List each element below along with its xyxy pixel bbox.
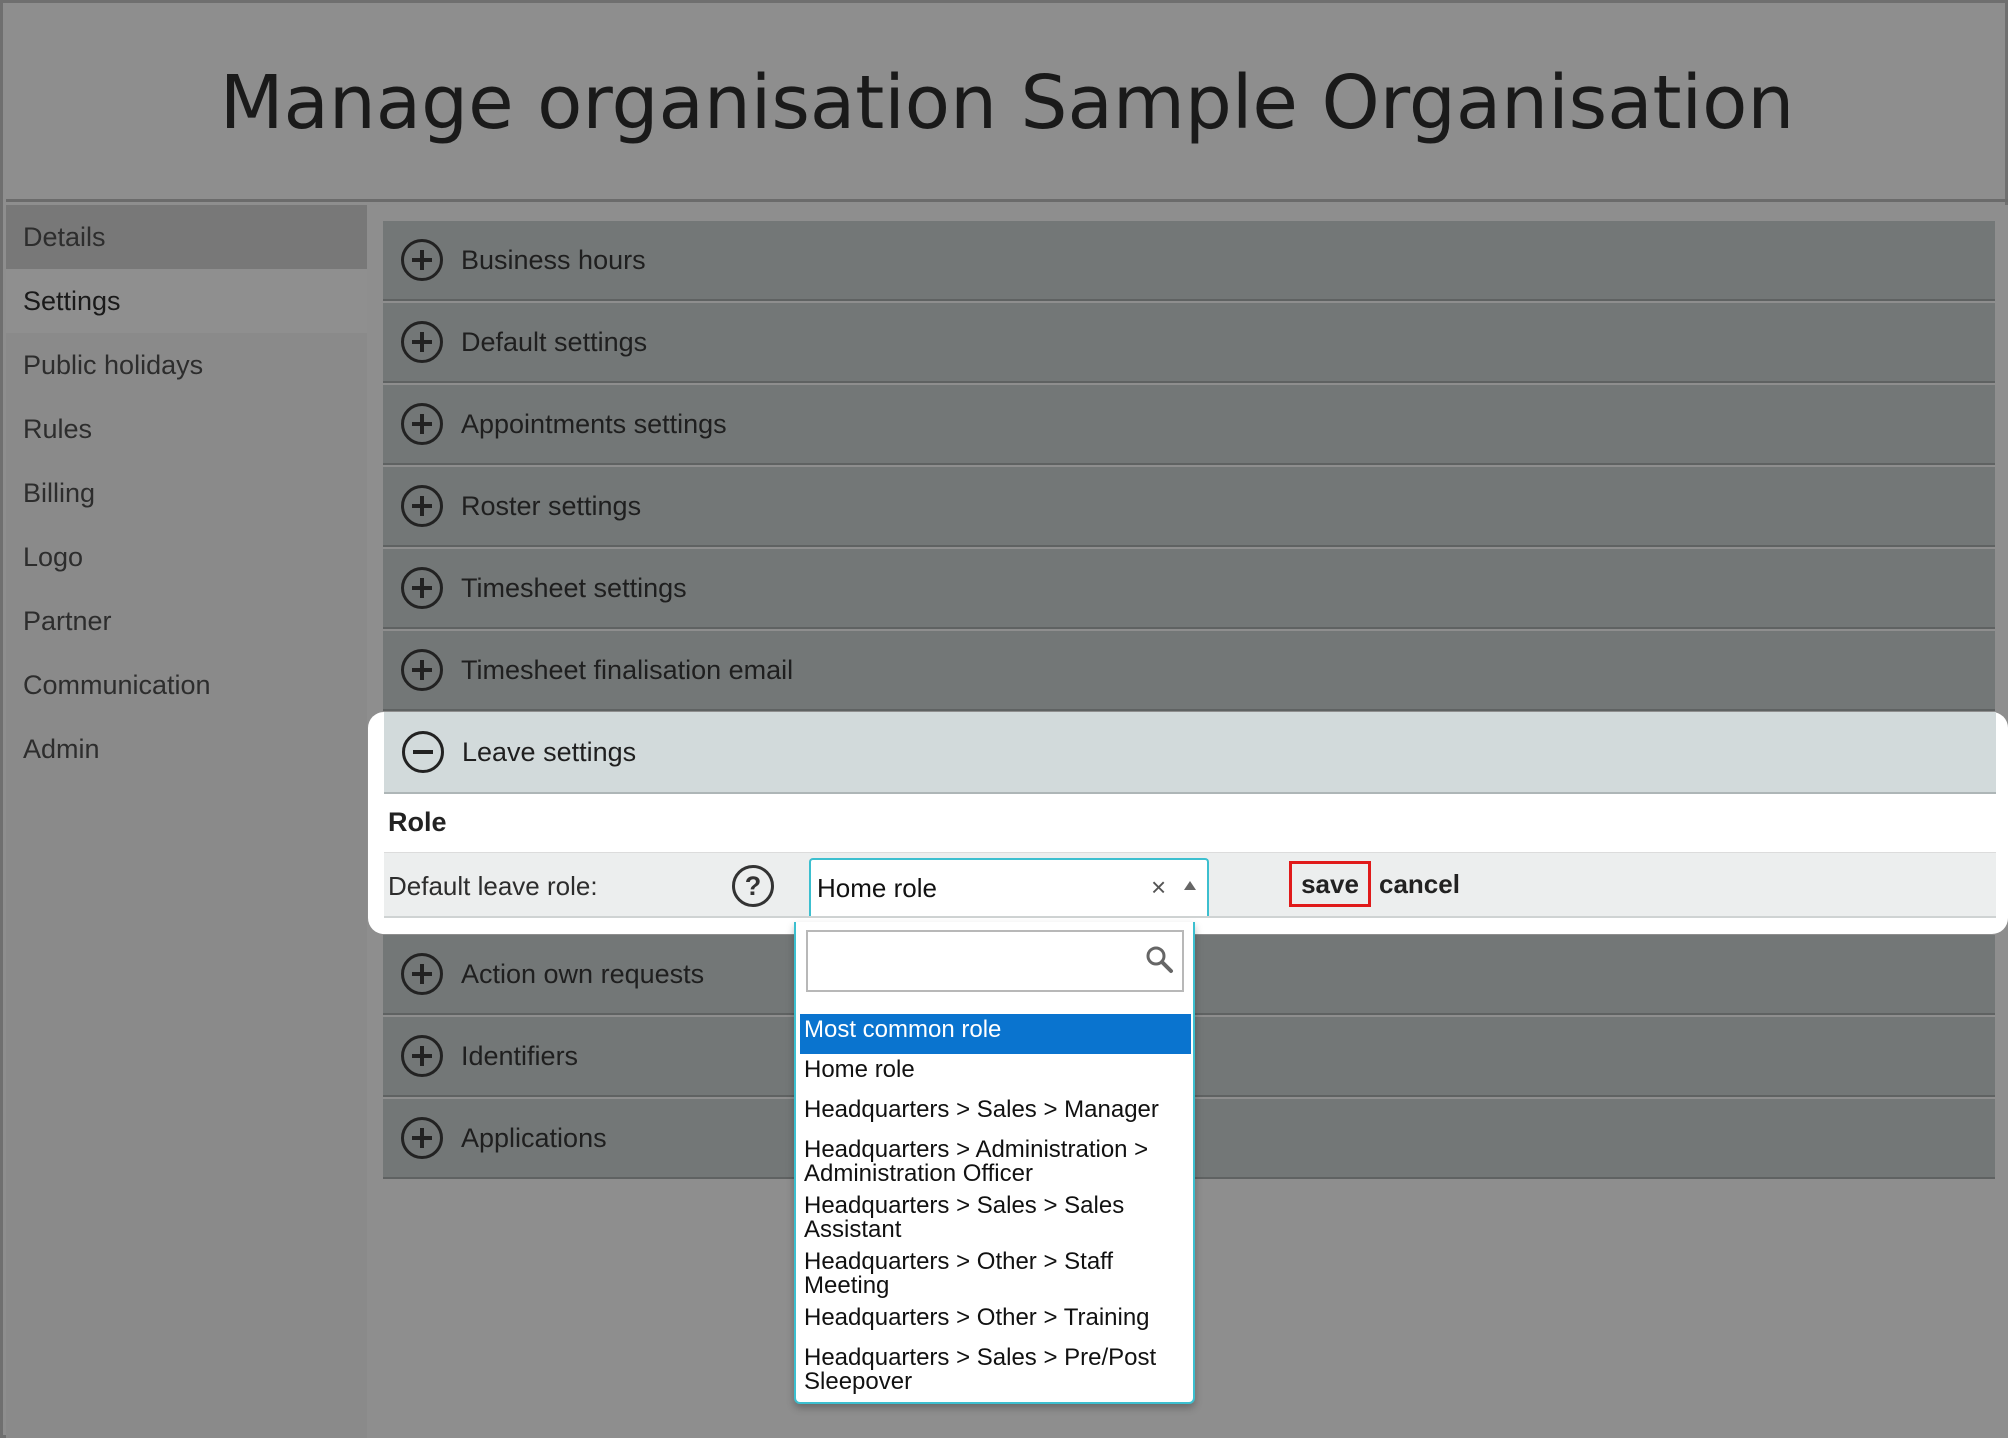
help-icon[interactable]: ? [732,865,774,907]
section-appointments-settings[interactable]: Appointments settings [383,385,1995,465]
section-label: Business hours [461,244,646,275]
dropdown-option[interactable]: Home role [800,1054,1191,1094]
expand-plus-icon[interactable] [401,239,443,281]
sidebar-item-label: Admin [23,733,100,764]
sidebar-item-label: Rules [23,413,93,444]
section-business-hours[interactable]: Business hours [383,221,1995,301]
sidebar-item-label: Billing [23,477,96,508]
expand-plus-icon[interactable] [401,1035,443,1077]
dropdown-option[interactable]: Headquarters > Other > Staff Meeting [800,1246,1191,1302]
expand-plus-icon[interactable] [401,321,443,363]
sidebar-item-label: Public holidays [23,349,204,380]
section-label: Timesheet finalisation email [461,654,794,685]
collapse-minus-icon[interactable] [402,731,444,773]
section-default-settings[interactable]: Default settings [383,303,1995,383]
expand-plus-icon[interactable] [401,953,443,995]
dropdown-option[interactable]: Headquarters > Administration > Administ… [800,1134,1191,1190]
sidebar-item-label: Communication [23,669,211,700]
dropdown-option[interactable]: Headquarters > Sales > Manager [800,1094,1191,1134]
expand-plus-icon[interactable] [401,485,443,527]
section-label: Timesheet settings [461,572,687,603]
section-roster-settings[interactable]: Roster settings [383,467,1995,547]
section-label: Leave settings [462,736,637,767]
role-heading: Role [388,807,447,837]
sidebar-item-billing[interactable]: Billing [6,461,367,525]
section-timesheet-finalisation-email[interactable]: Timesheet finalisation email [383,631,1995,711]
sidebar-item-public-holidays[interactable]: Public holidays [6,333,367,397]
app-window: Manage organisation Sample Organisation … [0,0,2008,1438]
sidebar-item-label: Settings [23,285,121,316]
selected-value: Home role [817,873,937,903]
expand-plus-icon[interactable] [401,567,443,609]
expand-plus-icon[interactable] [401,649,443,691]
expand-plus-icon[interactable] [401,403,443,445]
clear-icon[interactable]: × [1151,872,1166,903]
default-leave-role-row: Default leave role: ? Home role × save c… [384,852,1996,918]
section-label: Roster settings [461,490,642,521]
sidebar-item-label: Details [23,221,106,252]
sidebar-item-details[interactable]: Details [6,205,367,269]
section-leave-settings[interactable]: Leave settings [384,712,1996,794]
sidebar: Details Settings Public holidays Rules B… [6,205,367,1438]
page-title: Manage organisation Sample Organisation [219,59,1795,146]
page-header: Manage organisation Sample Organisation [6,6,2008,202]
expand-plus-icon[interactable] [401,1117,443,1159]
section-timesheet-settings[interactable]: Timesheet settings [383,549,1995,629]
save-button[interactable]: save [1289,861,1371,907]
sidebar-item-settings[interactable]: Settings [6,269,367,333]
section-label: Default settings [461,326,648,357]
role-dropdown-list: Most common role Home role Headquarters … [794,922,1195,1404]
cancel-button[interactable]: cancel [1379,869,1460,900]
default-leave-role-label: Default leave role: [388,871,598,901]
dropdown-option[interactable]: Headquarters > Sales > Pre/Post Sleepove… [800,1342,1191,1398]
leave-settings-panel: Leave settings Role Default leave role: … [368,712,2008,934]
sidebar-item-communication[interactable]: Communication [6,653,367,717]
sidebar-item-admin[interactable]: Admin [6,717,367,781]
sidebar-item-logo[interactable]: Logo [6,525,367,589]
dropdown-option[interactable]: Most common role [800,1014,1191,1054]
default-leave-role-select[interactable]: Home role × [809,858,1209,916]
section-label: Appointments settings [461,408,727,439]
section-label: Applications [461,1122,607,1153]
dropdown-search-input[interactable] [806,930,1184,992]
sidebar-item-rules[interactable]: Rules [6,397,367,461]
dropdown-option[interactable]: Headquarters > Sales > Sales Assistant [800,1190,1191,1246]
section-label: Action own requests [461,958,705,989]
chevron-up-icon[interactable] [1184,881,1196,890]
dropdown-option[interactable]: Headquarters > Other > Training [800,1302,1191,1342]
search-icon [1146,946,1173,973]
dropdown-options: Most common role Home role Headquarters … [800,1014,1191,1398]
sidebar-item-label: Partner [23,605,112,636]
section-label: Identifiers [461,1040,579,1071]
sidebar-item-label: Logo [23,541,84,572]
sidebar-item-partner[interactable]: Partner [6,589,367,653]
